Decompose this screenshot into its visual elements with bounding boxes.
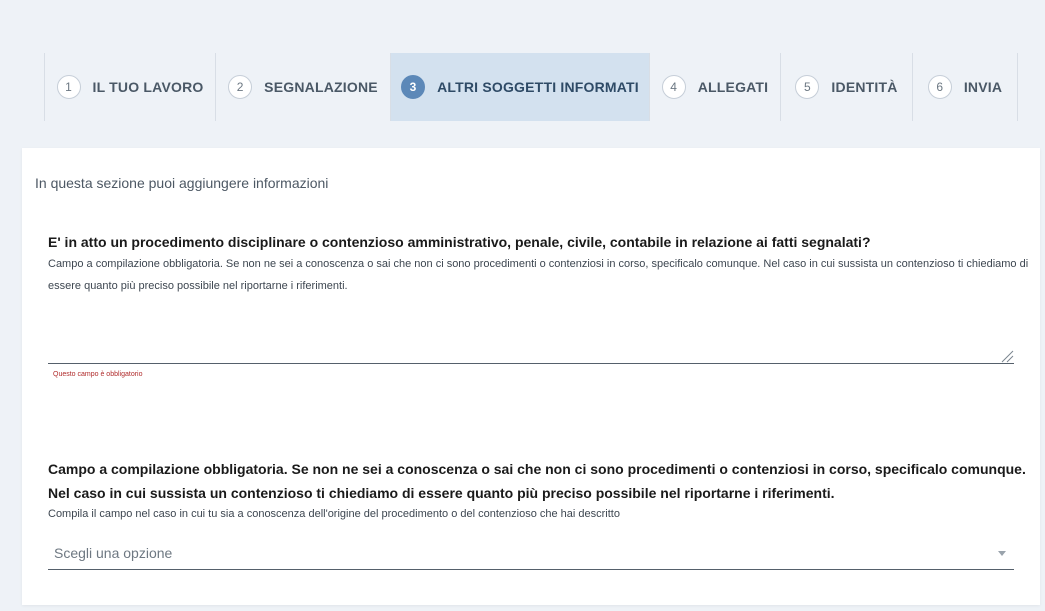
step-allegati[interactable]: 4 ALLEGATI bbox=[649, 53, 780, 121]
resize-handle-icon[interactable] bbox=[1000, 349, 1014, 363]
step-altri-soggetti-informati[interactable]: 3 ALTRI SOGGETTI INFORMATI bbox=[390, 53, 649, 121]
step-label: IL TUO LAVORO bbox=[92, 79, 204, 95]
step-label: ALLEGATI bbox=[697, 79, 769, 95]
select-placeholder: Scegli una opzione bbox=[54, 545, 173, 561]
step-label: IDENTITÀ bbox=[831, 79, 898, 95]
step-invia[interactable]: 6 INVIA bbox=[912, 53, 1018, 121]
question1-help: Campo a compilazione obbligatoria. Se no… bbox=[48, 258, 1029, 292]
chevron-down-icon bbox=[998, 550, 1006, 556]
form-card: In questa sezione puoi aggiungere inform… bbox=[22, 148, 1040, 605]
step-identita[interactable]: 5 IDENTITÀ bbox=[780, 53, 912, 121]
question2-select[interactable]: Scegli una opzione bbox=[48, 537, 1014, 570]
step-label: ALTRI SOGGETTI INFORMATI bbox=[437, 79, 639, 95]
question1-textarea[interactable] bbox=[48, 320, 1014, 364]
step-segnalazione[interactable]: 2 SEGNALAZIONE bbox=[215, 53, 390, 121]
step-label: SEGNALAZIONE bbox=[264, 79, 378, 95]
step-number: 5 bbox=[795, 75, 820, 99]
question2-help: Compila il campo nel caso in cui tu sia … bbox=[48, 508, 620, 520]
step-il-tuo-lavoro[interactable]: 1 IL TUO LAVORO bbox=[44, 53, 215, 121]
step-number: 4 bbox=[661, 75, 686, 99]
step-number: 3 bbox=[401, 75, 426, 99]
step-label: INVIA bbox=[963, 79, 1003, 95]
question1-title: E' in atto un procedimento disciplinare … bbox=[48, 234, 871, 250]
step-number: 6 bbox=[927, 75, 952, 99]
question2-title: Campo a compilazione obbligatoria. Se no… bbox=[48, 461, 1026, 501]
step-number: 1 bbox=[56, 75, 81, 99]
question1-error: Questo campo è obbligatorio bbox=[53, 371, 143, 378]
section-intro: In questa sezione puoi aggiungere inform… bbox=[35, 175, 329, 191]
step-number: 2 bbox=[228, 75, 253, 99]
stepper: 1 IL TUO LAVORO 2 SEGNALAZIONE 3 ALTRI S… bbox=[44, 53, 1018, 121]
